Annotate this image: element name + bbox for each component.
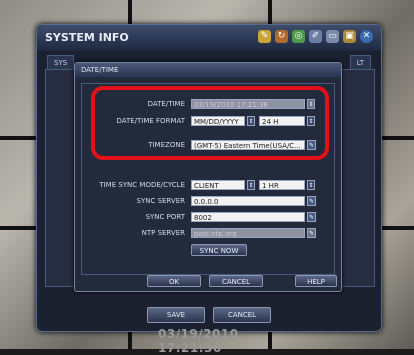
sync-server-edit-icon[interactable]: ✎ [307,196,316,206]
tab-last[interactable]: LT [349,55,371,70]
osd-clock: 03/19/2010 17:21:36 [158,327,239,355]
sync-port-field[interactable]: 8002 [191,212,305,222]
tab-system[interactable]: SYS [47,55,75,70]
sync-server-label: SYNC SERVER [136,197,186,205]
sync-mode-spinner[interactable]: ⇕ [247,180,255,190]
sync-server-field[interactable]: 0.0.0.0 [191,196,305,206]
ntp-server-label: NTP SERVER [141,229,185,237]
globe-icon[interactable]: ◎ [292,30,305,43]
title-icons: ✎ ↻ ◎ ✐ ▭ ▣ ✕ [258,30,373,43]
close-icon[interactable]: ✕ [360,30,373,43]
ok-button[interactable]: OK [147,275,201,287]
save-button[interactable]: SAVE [147,307,205,323]
ntp-server-field: pool.ntp.org [191,228,305,238]
help-button[interactable]: HELP [295,275,337,287]
rectangle-icon[interactable]: ▭ [326,30,339,43]
dialog-title: DATE/TIME [81,66,119,74]
cancel-button[interactable]: CANCEL [209,275,263,287]
sync-port-label: SYNC PORT [145,213,185,221]
dialog-title-bar: DATE/TIME [75,63,341,77]
tool-icon[interactable]: ✎ [258,30,271,43]
window-title-bar: SYSTEM INFO ✎ ↻ ◎ ✐ ▭ ▣ ✕ [37,25,381,51]
footer-cancel-button[interactable]: CANCEL [213,307,271,323]
refresh-icon[interactable]: ↻ [275,30,288,43]
highlight-box [91,86,329,160]
window-title: SYSTEM INFO [45,31,129,44]
lock-icon[interactable]: ▣ [343,30,356,43]
sync-mode-select[interactable]: CLIENT [191,180,245,190]
sync-cycle-spinner[interactable]: ⇕ [307,180,315,190]
sync-now-button[interactable]: SYNC NOW [191,244,247,256]
ntp-server-edit-icon: ✎ [307,228,316,238]
sync-mode-label: TIME SYNC MODE/CYCLE [99,181,185,189]
pencil-icon[interactable]: ✐ [309,30,322,43]
sync-cycle-select[interactable]: 1 HR [259,180,305,190]
sync-port-edit-icon[interactable]: ✎ [307,212,316,222]
